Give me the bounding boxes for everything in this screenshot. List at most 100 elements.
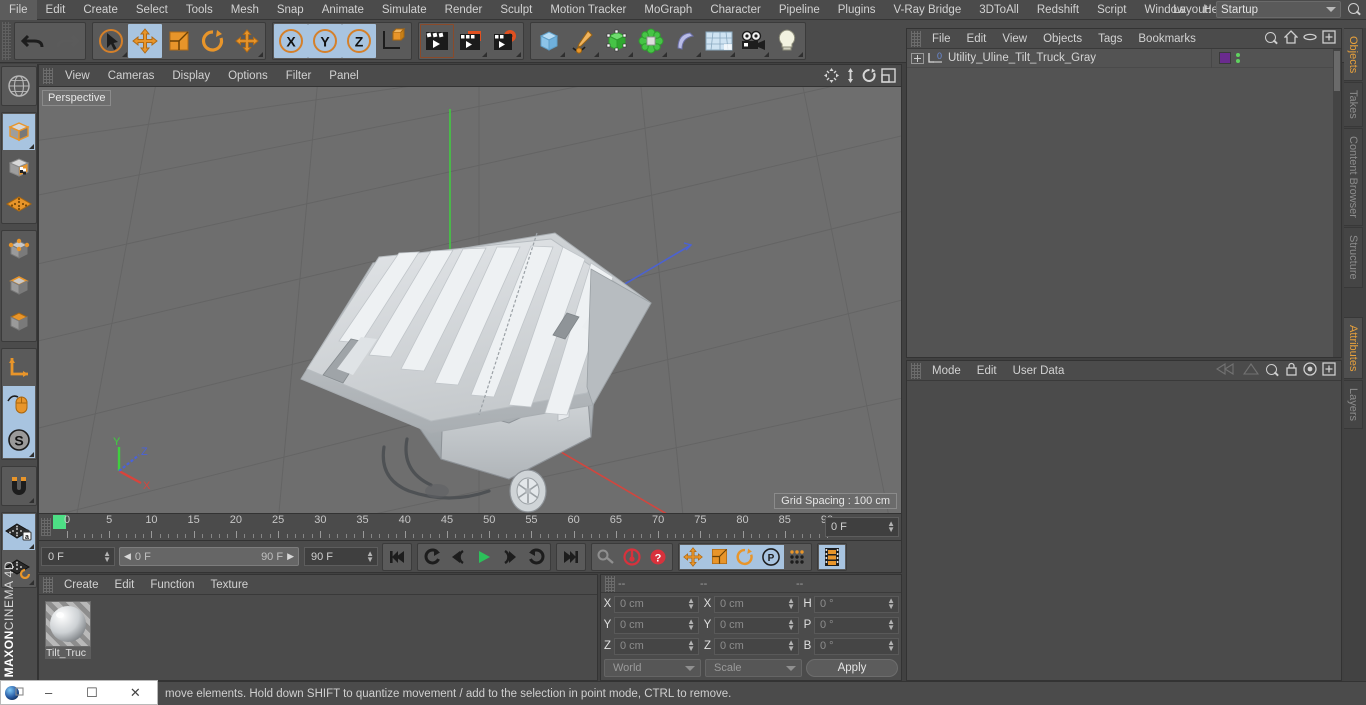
- z-axis-lock[interactable]: Z: [342, 24, 376, 58]
- add-spline-object[interactable]: [566, 24, 600, 58]
- viewport-menu-filter[interactable]: Filter: [277, 65, 321, 87]
- pan-icon[interactable]: [824, 68, 839, 83]
- layout-dropdown[interactable]: Startup: [1216, 1, 1341, 18]
- dolly-icon[interactable]: [843, 68, 858, 83]
- record-active-objects-button[interactable]: [619, 545, 645, 569]
- taskbar-window-overlay[interactable]: – ☐ ✕: [0, 680, 158, 705]
- attribute-content-area[interactable]: [907, 381, 1341, 680]
- search-icon[interactable]: [1346, 2, 1362, 18]
- enable-axis-modification[interactable]: [3, 350, 35, 386]
- workplane-mode[interactable]: [3, 186, 35, 222]
- object-manager-scrollbar[interactable]: [1333, 49, 1341, 357]
- menu-item-redshift[interactable]: Redshift: [1028, 0, 1088, 20]
- tool-options-corner[interactable]: [258, 52, 263, 57]
- lock-icon[interactable]: [1285, 362, 1298, 379]
- menu-item-render[interactable]: Render: [436, 0, 492, 20]
- tool-options-corner[interactable]: [28, 580, 34, 585]
- range-right-arrow-icon[interactable]: ▶: [287, 551, 294, 562]
- tool-options-corner[interactable]: [696, 52, 701, 57]
- tab-takes[interactable]: Takes: [1344, 82, 1363, 128]
- tool-options-corner[interactable]: [516, 52, 521, 57]
- render-settings-button[interactable]: [488, 24, 522, 58]
- object-manager-grip[interactable]: [911, 30, 921, 47]
- spinner-icon[interactable]: ▲ ▼: [687, 639, 695, 653]
- record-rotation-button[interactable]: [732, 544, 758, 569]
- go-to-start-button[interactable]: [384, 545, 410, 569]
- toolbar-grip[interactable]: [2, 22, 11, 60]
- max-frame-field[interactable]: 90 F ▲ ▼: [304, 547, 378, 566]
- tool-options-corner[interactable]: [28, 144, 34, 149]
- tab-structure[interactable]: Structure: [1344, 226, 1363, 288]
- live-selection-tool[interactable]: [94, 24, 128, 58]
- tab-attributes[interactable]: Attributes: [1344, 316, 1363, 380]
- menu-item-simulate[interactable]: Simulate: [373, 0, 436, 20]
- apply-button[interactable]: Apply: [806, 659, 898, 677]
- tool-options-corner[interactable]: [798, 52, 803, 57]
- tab-objects[interactable]: Objects: [1344, 28, 1363, 82]
- add-deformer-object[interactable]: [634, 24, 668, 58]
- loop-forward-button[interactable]: [523, 545, 549, 569]
- minimize-button[interactable]: –: [27, 681, 70, 704]
- render-to-picture-viewer[interactable]: [454, 24, 488, 58]
- tab-content-browser[interactable]: Content Browser: [1344, 128, 1363, 226]
- record-scale-button[interactable]: [706, 544, 732, 569]
- record-position-button[interactable]: [680, 544, 706, 569]
- search-icon[interactable]: [1263, 31, 1279, 47]
- add-light[interactable]: [770, 24, 804, 58]
- maximize-button[interactable]: ☐: [70, 681, 113, 704]
- close-button[interactable]: ✕: [114, 681, 157, 704]
- object-menu-bookmarks[interactable]: Bookmarks: [1130, 29, 1204, 49]
- points-mode[interactable]: [3, 232, 35, 268]
- maximize-icon[interactable]: [881, 68, 896, 83]
- range-left-arrow-icon[interactable]: ◀: [124, 551, 131, 562]
- object-tag-zone[interactable]: [1211, 48, 1341, 68]
- tool-options-corner[interactable]: [28, 544, 34, 549]
- scale-tool[interactable]: [162, 24, 196, 58]
- menu-item-pipeline[interactable]: Pipeline: [770, 0, 829, 20]
- rotation-b-input[interactable]: 0 ° ▲ ▼: [814, 637, 899, 655]
- object-menu-view[interactable]: View: [994, 29, 1035, 49]
- menu-item-vray-bridge[interactable]: V-Ray Bridge: [884, 0, 970, 20]
- material-menu-edit[interactable]: Edit: [107, 575, 143, 595]
- object-menu-edit[interactable]: Edit: [959, 29, 995, 49]
- menu-item-character[interactable]: Character: [701, 0, 770, 20]
- add-floor-environment[interactable]: [702, 24, 736, 58]
- prev-icon[interactable]: [1215, 363, 1238, 378]
- viewport-grip[interactable]: [43, 67, 53, 84]
- menu-item-mesh[interactable]: Mesh: [222, 0, 268, 20]
- free-move-tool[interactable]: [230, 24, 264, 58]
- spinner-icon[interactable]: ▲ ▼: [787, 618, 795, 632]
- rotation-h-input[interactable]: 0 ° ▲ ▼: [814, 595, 899, 613]
- autokeying-button[interactable]: [593, 545, 619, 569]
- material-menu-texture[interactable]: Texture: [202, 575, 256, 595]
- tab-layers[interactable]: Layers: [1344, 380, 1363, 430]
- viewport-3d-canvas[interactable]: Perspective Y X Z Grid Spacing: 100 cm: [39, 87, 901, 513]
- size-x-input[interactable]: 0 cm ▲ ▼: [714, 595, 799, 613]
- object-menu-file[interactable]: File: [924, 29, 959, 49]
- model-mode[interactable]: [2, 114, 35, 150]
- plus-box-icon[interactable]: [1322, 30, 1336, 47]
- spinner-icon[interactable]: ▲ ▼: [887, 639, 895, 653]
- size-y-input[interactable]: 0 cm ▲ ▼: [714, 616, 799, 634]
- spinner-icon[interactable]: ▲ ▼: [887, 597, 895, 611]
- viewport-menu-view[interactable]: View: [56, 65, 99, 87]
- tool-options-corner[interactable]: [764, 52, 769, 57]
- viewport-menu-cameras[interactable]: Cameras: [99, 65, 164, 87]
- attribute-menu-edit[interactable]: Edit: [969, 361, 1005, 381]
- expand-toggle-icon[interactable]: [911, 52, 924, 64]
- spinner-icon[interactable]: ▲ ▼: [366, 549, 374, 563]
- app-orb-icon[interactable]: [1, 684, 27, 702]
- viewport-menu-options[interactable]: Options: [219, 65, 277, 87]
- spinner-icon[interactable]: ▲ ▼: [887, 618, 895, 632]
- timeline-current-frame-field[interactable]: 0 F ▲ ▼: [825, 517, 899, 537]
- tool-options-corner[interactable]: [482, 52, 487, 57]
- object-menu-tags[interactable]: Tags: [1090, 29, 1130, 49]
- home-icon[interactable]: [1283, 30, 1299, 47]
- add-bend-deformer[interactable]: [668, 24, 702, 58]
- move-tool[interactable]: [128, 24, 162, 58]
- tool-options-corner[interactable]: [122, 52, 127, 57]
- tool-options-corner[interactable]: [730, 52, 735, 57]
- menu-item-script[interactable]: Script: [1088, 0, 1135, 20]
- spinner-icon[interactable]: ▲ ▼: [687, 618, 695, 632]
- visibility-dots-icon[interactable]: [1236, 53, 1240, 63]
